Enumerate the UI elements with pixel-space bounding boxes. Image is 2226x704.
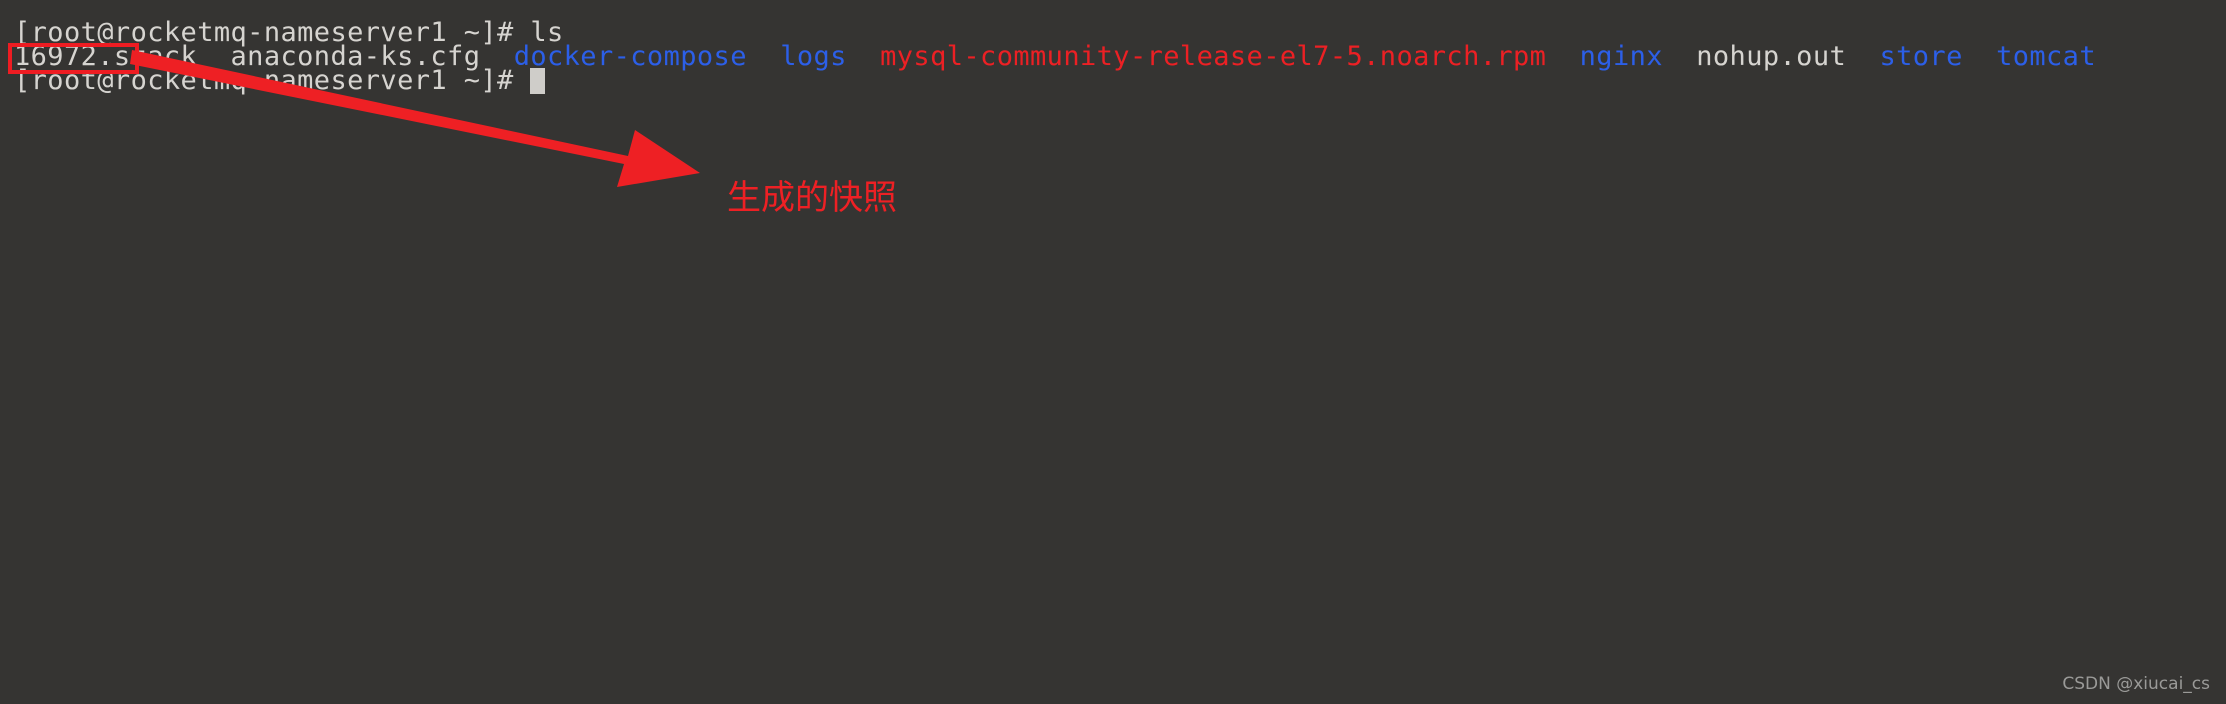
dir-entry-logs: logs bbox=[780, 41, 847, 72]
watermark-text: CSDN @xiucai_cs bbox=[2062, 674, 2210, 694]
dir-entry-store: store bbox=[1879, 41, 1963, 72]
annotation-label: 生成的快照 bbox=[727, 178, 897, 218]
file-entry-nohup-out: nohup.out bbox=[1696, 41, 1847, 72]
dir-entry-docker-compose: docker-compose bbox=[513, 41, 747, 72]
terminal-window[interactable]: [root@rocketmq-nameserver1 ~]# ls 16972.… bbox=[0, 0, 2226, 704]
shell-prompt: [root@rocketmq-nameserver1 ~]# bbox=[14, 65, 531, 96]
dir-entry-tomcat: tomcat bbox=[1996, 41, 2096, 72]
dir-entry-nginx: nginx bbox=[1579, 41, 1663, 72]
archive-entry-mysql-community-release-rpm: mysql-community-release-el7-5.noarch.rpm bbox=[880, 41, 1547, 72]
terminal-line-prompt[interactable]: [root@rocketmq-nameserver1 ~]# bbox=[14, 65, 546, 96]
text-cursor bbox=[530, 68, 546, 94]
